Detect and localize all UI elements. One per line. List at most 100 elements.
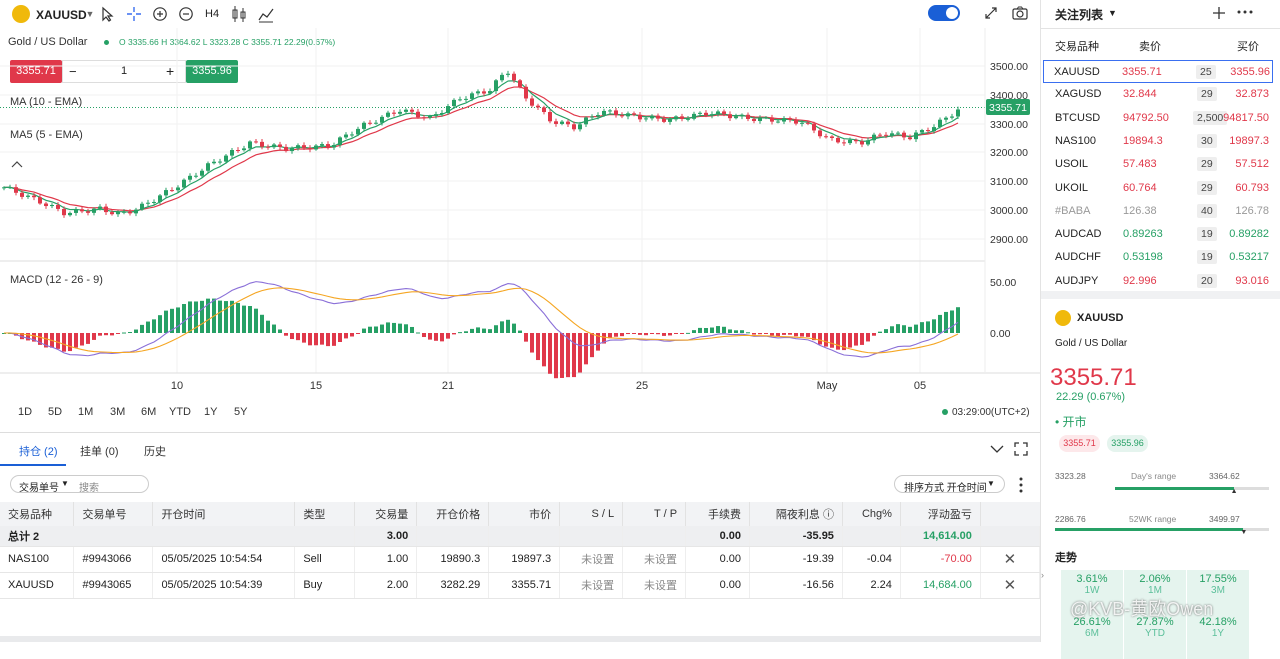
watchlist-bid: 60.764 — [1123, 181, 1157, 194]
timeframe-1m[interactable]: 1M — [78, 406, 93, 418]
macd-histogram-bar — [800, 333, 804, 337]
indicators-icon[interactable] — [257, 5, 275, 23]
candle-body — [98, 206, 102, 209]
watchlist-row[interactable]: USOIL 57.483 29 57.512 — [1045, 153, 1271, 176]
price-chart[interactable]: 3500.003400.003300.003200.003100.003000.… — [0, 28, 1040, 432]
timeframe-6m[interactable]: 6M — [141, 406, 156, 418]
watchlist-symbol: #BABA — [1055, 204, 1091, 217]
watchlist-row[interactable]: XAUUSD 3355.71 25 3355.96 — [1043, 60, 1273, 83]
table-row[interactable]: XAUUSD #9943065 05/05/2025 10:54:39 Buy … — [0, 572, 1041, 599]
cursor-arrow-icon[interactable] — [100, 6, 114, 22]
expand-icon[interactable] — [984, 6, 998, 20]
candle-body — [332, 144, 336, 148]
col-time[interactable]: 开仓时间 — [152, 502, 296, 526]
watchlist-row[interactable]: UKOIL 60.764 29 60.793 — [1045, 177, 1271, 200]
col-swap[interactable]: 隔夜利息 ⓘ — [749, 502, 843, 526]
macd-histogram-bar — [938, 314, 942, 333]
col-market-price[interactable]: 市价 — [488, 502, 561, 526]
watchlist-spread: 20 — [1197, 273, 1217, 288]
macd-histogram-bar — [638, 333, 642, 335]
col-pnl[interactable]: 浮动盈亏 — [900, 502, 981, 526]
timeframe-5y[interactable]: 5Y — [234, 406, 247, 418]
search-input[interactable]: 搜索 — [79, 479, 99, 494]
col-id[interactable]: 交易单号 — [73, 502, 154, 526]
tab-pending-label[interactable]: 挂单 (0) — [76, 446, 123, 458]
watchlist-row[interactable]: AUDJPY 92.996 20 93.016 — [1045, 270, 1271, 293]
symbol-code[interactable]: XAUUSD — [36, 8, 87, 22]
watchlist-ask: 0.89282 — [1229, 228, 1269, 241]
candle-body — [164, 190, 168, 196]
timeframe-1y[interactable]: 1Y — [204, 406, 217, 418]
col-symbol[interactable]: 交易品种 — [0, 502, 75, 526]
row-volume: 1.00 — [354, 546, 418, 573]
timeframe-1d[interactable]: 1D — [18, 406, 32, 418]
watchlist-row[interactable]: #BABA 126.38 40 126.78 — [1045, 200, 1271, 223]
sidebar-collapse-icon[interactable]: › — [1041, 570, 1049, 592]
tab-pending[interactable]: 挂单 (0) — [76, 443, 123, 459]
chevron-down-icon[interactable]: ▼ — [84, 2, 96, 26]
watchlist-row[interactable]: AUDCHF 0.53198 19 0.53217 — [1045, 246, 1271, 269]
sort-select[interactable]: 排序方式 开仓时间 ▼ — [894, 475, 1005, 494]
watchlist-chevron-icon[interactable]: ▼ — [1108, 8, 1117, 18]
candle-body — [512, 73, 516, 81]
filter-chevron-icon[interactable]: ▼ — [61, 479, 69, 488]
filter-select[interactable]: 交易单号 — [19, 479, 59, 494]
row-tp[interactable]: 未设置 — [622, 572, 687, 599]
watchlist-row[interactable]: NAS100 19894.3 30 19897.3 — [1045, 130, 1271, 153]
timeframe-3m[interactable]: 3M — [110, 406, 125, 418]
col-type[interactable]: 类型 — [294, 502, 356, 526]
tab-history[interactable]: 历史 — [140, 443, 170, 459]
tab-positions[interactable]: 持仓 (2) — [15, 443, 62, 459]
col-sl[interactable]: S / L — [559, 502, 624, 526]
candlestick-type-icon[interactable] — [231, 5, 247, 23]
col-open-price[interactable]: 开仓价格 — [416, 502, 490, 526]
watchlist-bid: 19894.3 — [1123, 134, 1163, 147]
candle-body — [44, 203, 48, 207]
tab-positions-label[interactable]: 持仓 (2) — [15, 446, 62, 458]
timeframe-selector[interactable]: H4 — [205, 8, 219, 20]
candle-body — [368, 122, 372, 124]
camera-icon[interactable] — [1012, 5, 1028, 21]
macd-histogram-bar — [224, 301, 228, 333]
row-sl[interactable]: 未设置 — [559, 546, 624, 573]
col-chg[interactable]: Chg% — [842, 502, 901, 526]
more-icon[interactable] — [1237, 10, 1253, 14]
timeframe-5d[interactable]: 5D — [48, 406, 62, 418]
watchlist-row[interactable]: AUDCAD 0.89263 19 0.89282 — [1045, 223, 1271, 246]
watchlist-row[interactable]: BTCUSD 94792.50 2,500 94817.50 — [1045, 107, 1271, 130]
close-position-icon[interactable]: ✕ — [980, 546, 1041, 573]
macd-histogram-bar — [692, 330, 696, 333]
watchlist-title[interactable]: 关注列表 — [1055, 6, 1103, 23]
row-fee: 0.00 — [685, 572, 750, 599]
fullscreen-icon[interactable] — [1014, 442, 1028, 456]
candle-body — [248, 141, 252, 149]
candle-body — [404, 109, 408, 112]
col-volume[interactable]: 交易量 — [354, 502, 418, 526]
zoom-in-icon[interactable] — [152, 6, 168, 22]
macd-histogram-bar — [500, 321, 504, 333]
row-tp[interactable]: 未设置 — [622, 546, 687, 573]
candle-body — [254, 141, 258, 143]
tab-history-label[interactable]: 历史 — [140, 446, 170, 458]
crosshair-icon[interactable] — [126, 6, 142, 22]
row-sl[interactable]: 未设置 — [559, 572, 624, 599]
candle-body — [296, 145, 300, 149]
close-position-icon[interactable]: ✕ — [980, 572, 1041, 599]
zoom-out-icon[interactable] — [178, 6, 194, 22]
info-icon[interactable]: ⓘ — [823, 509, 834, 521]
macd-histogram-bar — [770, 333, 774, 336]
more-options-icon[interactable] — [1018, 477, 1024, 493]
sort-label[interactable]: 排序方式 开仓时间 — [904, 479, 987, 494]
watchlist-row[interactable]: XAGUSD 32.844 29 32.873 — [1045, 83, 1271, 106]
col-fee[interactable]: 手续费 — [685, 502, 750, 526]
toggle-switch[interactable] — [928, 5, 960, 21]
candle-body — [188, 175, 192, 180]
candle-body — [200, 170, 204, 176]
timeframe-ytd[interactable]: YTD — [169, 406, 191, 418]
sort-chevron-icon[interactable]: ▼ — [987, 479, 995, 488]
minimize-chevron-icon[interactable] — [990, 444, 1004, 454]
col-tp[interactable]: T / P — [622, 502, 687, 526]
search-bar[interactable]: 交易单号 ▼ 搜索 — [10, 475, 149, 494]
table-row[interactable]: NAS100 #9943066 05/05/2025 10:54:54 Sell… — [0, 546, 1041, 573]
add-icon[interactable] — [1212, 6, 1226, 20]
